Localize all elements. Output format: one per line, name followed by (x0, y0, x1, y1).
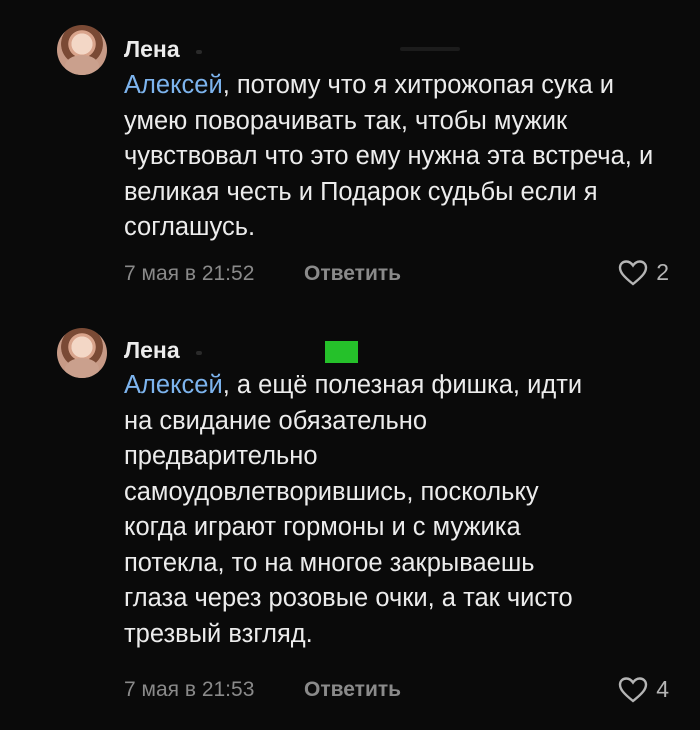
redaction-mark (325, 341, 358, 363)
heart-icon (619, 259, 648, 286)
author-name-redacted (196, 50, 202, 54)
avatar[interactable] (57, 328, 107, 378)
heart-icon (619, 676, 648, 703)
comment-author[interactable]: Лена (124, 337, 180, 364)
comment-body: , а ещё полезная фишка, идти на свидание… (124, 371, 583, 648)
reply-to-link[interactable]: Алексей (124, 371, 223, 399)
comment-date: 7 мая в 21:52 (124, 262, 255, 285)
like-count: 4 (656, 676, 669, 702)
comment-text: Алексей, потому что я хитрожопая сука и … (124, 68, 684, 246)
reply-button[interactable]: Ответить (304, 678, 401, 702)
like-button[interactable]: 4 (618, 676, 669, 703)
comment-author[interactable]: Лена (124, 36, 180, 63)
comment-text: Алексей, а ещё полезная фишка, идти на с… (124, 368, 604, 652)
author-name-redacted (196, 351, 202, 355)
avatar[interactable] (57, 25, 107, 75)
reply-to-link[interactable]: Алексей (124, 71, 223, 99)
reply-button[interactable]: Ответить (304, 262, 401, 286)
like-count: 2 (656, 259, 669, 285)
like-button[interactable]: 2 (618, 259, 669, 286)
comment-date: 7 мая в 21:53 (124, 678, 255, 701)
author-name-redacted (400, 47, 460, 51)
